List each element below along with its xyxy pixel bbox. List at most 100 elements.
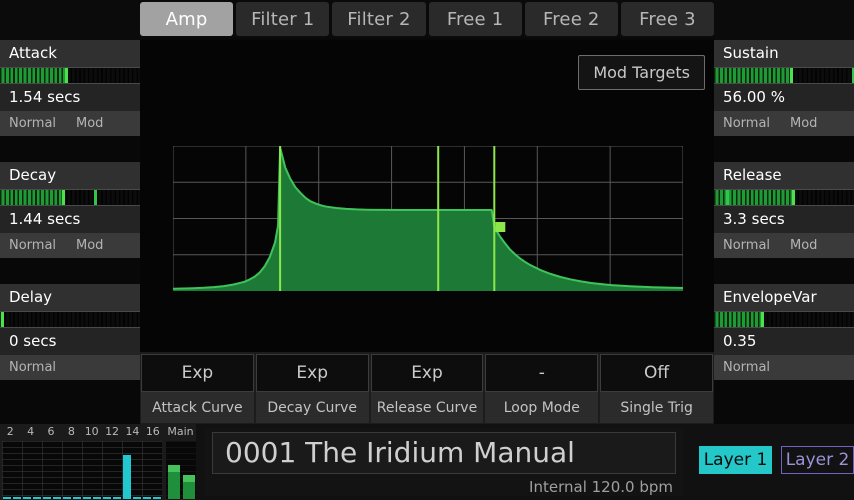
param-value-attack[interactable]: 1.54 secs — [0, 84, 140, 111]
envelope-area-fill — [173, 148, 683, 292]
main-output-meter — [166, 441, 196, 499]
voice-tick-8: 8 — [61, 424, 81, 440]
main-meter-peak-cap — [168, 465, 180, 472]
voice-meter-tick-labels: 246810121416 — [0, 424, 163, 440]
param-spacer — [0, 258, 140, 284]
param-slider-attack[interactable] — [0, 67, 140, 84]
main-meter-peak-cap — [183, 475, 195, 482]
voice-bar — [123, 455, 131, 499]
tab-free-1[interactable]: Free 1 — [429, 2, 522, 36]
param-mode-mod-release[interactable]: Mod — [788, 238, 817, 253]
curve-value-loop-mode[interactable]: - — [485, 354, 598, 392]
param-mode-normal-sustain[interactable]: Normal — [714, 116, 788, 131]
param-slider-release[interactable] — [714, 189, 854, 206]
curve-label-loop-mode: Loop Mode — [485, 392, 598, 423]
param-modes-sustain: NormalMod — [714, 111, 854, 136]
slider-ticks — [0, 312, 140, 327]
param-value-delay[interactable]: 0 secs — [0, 328, 140, 355]
param-delay: Delay 0 secs Normal — [0, 284, 140, 406]
param-mode-mod-attack[interactable]: Mod — [74, 116, 103, 131]
param-slider-sustain[interactable] — [714, 67, 854, 84]
slider-position-marker — [761, 312, 764, 327]
voice-bar — [83, 497, 91, 499]
synth-envelope-screen: AmpFilter 1Filter 2Free 1Free 2Free 3 At… — [0, 0, 854, 500]
slider-ticks — [714, 312, 854, 327]
param-value-decay[interactable]: 1.44 secs — [0, 206, 140, 233]
left-parameter-sidebar: Attack1.54 secsNormalModDecay1.44 secsNo… — [0, 40, 140, 352]
voice-tick-4: 4 — [20, 424, 40, 440]
param-title-attack: Attack — [0, 40, 140, 67]
param-title-envelopevar: EnvelopeVar — [714, 284, 854, 311]
curve-cell-attack-curve: ExpAttack Curve — [141, 354, 254, 423]
curve-value-release-curve[interactable]: Exp — [371, 354, 484, 392]
param-value-envelopevar[interactable]: 0.35 — [714, 328, 854, 355]
mod-targets-button[interactable]: Mod Targets — [578, 55, 705, 90]
param-slider-envelopevar[interactable] — [714, 311, 854, 328]
curve-label-decay-curve: Decay Curve — [256, 392, 369, 423]
voice-tick-12: 12 — [102, 424, 122, 440]
slider-position-marker — [792, 190, 795, 205]
voice-tick-2: 2 — [0, 424, 20, 440]
param-modes-decay: NormalMod — [0, 233, 140, 258]
voice-tick-14: 14 — [122, 424, 142, 440]
main-meter-bar — [168, 465, 180, 499]
voice-bar — [73, 497, 81, 499]
param-title-sustain: Sustain — [714, 40, 854, 67]
main-meter-bar — [183, 475, 195, 499]
param-value-release[interactable]: 3.3 secs — [714, 206, 854, 233]
slider-ticks — [0, 68, 140, 83]
tab-free-2[interactable]: Free 2 — [525, 2, 618, 36]
layer-2-button[interactable]: Layer 2 — [781, 446, 854, 474]
tab-filter-2[interactable]: Filter 2 — [332, 2, 425, 36]
param-mode-mod-sustain[interactable]: Mod — [788, 116, 817, 131]
param-mode-normal-delay[interactable]: Normal — [0, 360, 74, 375]
slider-position-marker — [65, 68, 68, 83]
param-mode-normal-attack[interactable]: Normal — [0, 116, 74, 131]
slider-mod-marker — [94, 190, 97, 205]
param-mode-normal-decay[interactable]: Normal — [0, 238, 74, 253]
voice-tick-10: 10 — [82, 424, 102, 440]
param-mode-mod-decay[interactable]: Mod — [74, 238, 103, 253]
param-spacer — [0, 380, 140, 406]
param-slider-decay[interactable] — [0, 189, 140, 206]
envelope-curve-chart[interactable] — [173, 146, 683, 291]
param-mode-normal-release[interactable]: Normal — [714, 238, 788, 253]
param-value-sustain[interactable]: 56.00 % — [714, 84, 854, 111]
slider-ticks — [0, 190, 140, 205]
voice-bar — [23, 497, 31, 499]
curve-label-single-trig: Single Trig — [600, 392, 713, 423]
param-decay: Decay1.44 secsNormalMod — [0, 162, 140, 284]
voice-bar — [143, 497, 151, 499]
tab-free-3[interactable]: Free 3 — [621, 2, 714, 36]
voice-meter-panel: 246810121416 Main — [0, 424, 196, 500]
param-modes-release: NormalMod — [714, 233, 854, 258]
param-slider-delay[interactable] — [0, 311, 140, 328]
voice-bar — [133, 497, 141, 499]
slider-ticks — [714, 68, 854, 83]
param-title-delay: Delay — [0, 284, 140, 311]
envelope-release-handle[interactable] — [495, 222, 505, 232]
curve-cell-loop-mode: -Loop Mode — [485, 354, 598, 423]
layer-1-button[interactable]: Layer 1 — [699, 446, 772, 474]
clock-source-label: Internal 120.0 bpm — [529, 478, 673, 496]
curve-value-attack-curve[interactable]: Exp — [141, 354, 254, 392]
voice-bar — [43, 497, 51, 499]
voice-bar — [153, 497, 161, 499]
curve-value-single-trig[interactable]: Off — [600, 354, 713, 392]
curve-value-decay-curve[interactable]: Exp — [256, 354, 369, 392]
slider-position-marker — [1, 312, 4, 327]
param-release: Release3.3 secsNormalMod — [714, 162, 854, 284]
tab-amp[interactable]: Amp — [140, 2, 233, 36]
right-parameter-sidebar: Sustain56.00 %NormalModRelease3.3 secsNo… — [714, 40, 854, 352]
param-spacer — [0, 136, 140, 162]
preset-name-field[interactable]: 0001 The Iridium Manual — [212, 432, 676, 474]
voice-bar — [103, 497, 111, 499]
param-mode-normal-envelopevar[interactable]: Normal — [714, 360, 788, 375]
preset-display: 0001 The Iridium Manual Internal 120.0 b… — [205, 428, 683, 496]
voice-bar — [113, 497, 121, 499]
param-title-release: Release — [714, 162, 854, 189]
tab-filter-1[interactable]: Filter 1 — [236, 2, 329, 36]
voice-tick-6: 6 — [41, 424, 61, 440]
voice-bar — [93, 497, 101, 499]
param-attack: Attack 1.54 secs NormalMod — [0, 40, 140, 162]
